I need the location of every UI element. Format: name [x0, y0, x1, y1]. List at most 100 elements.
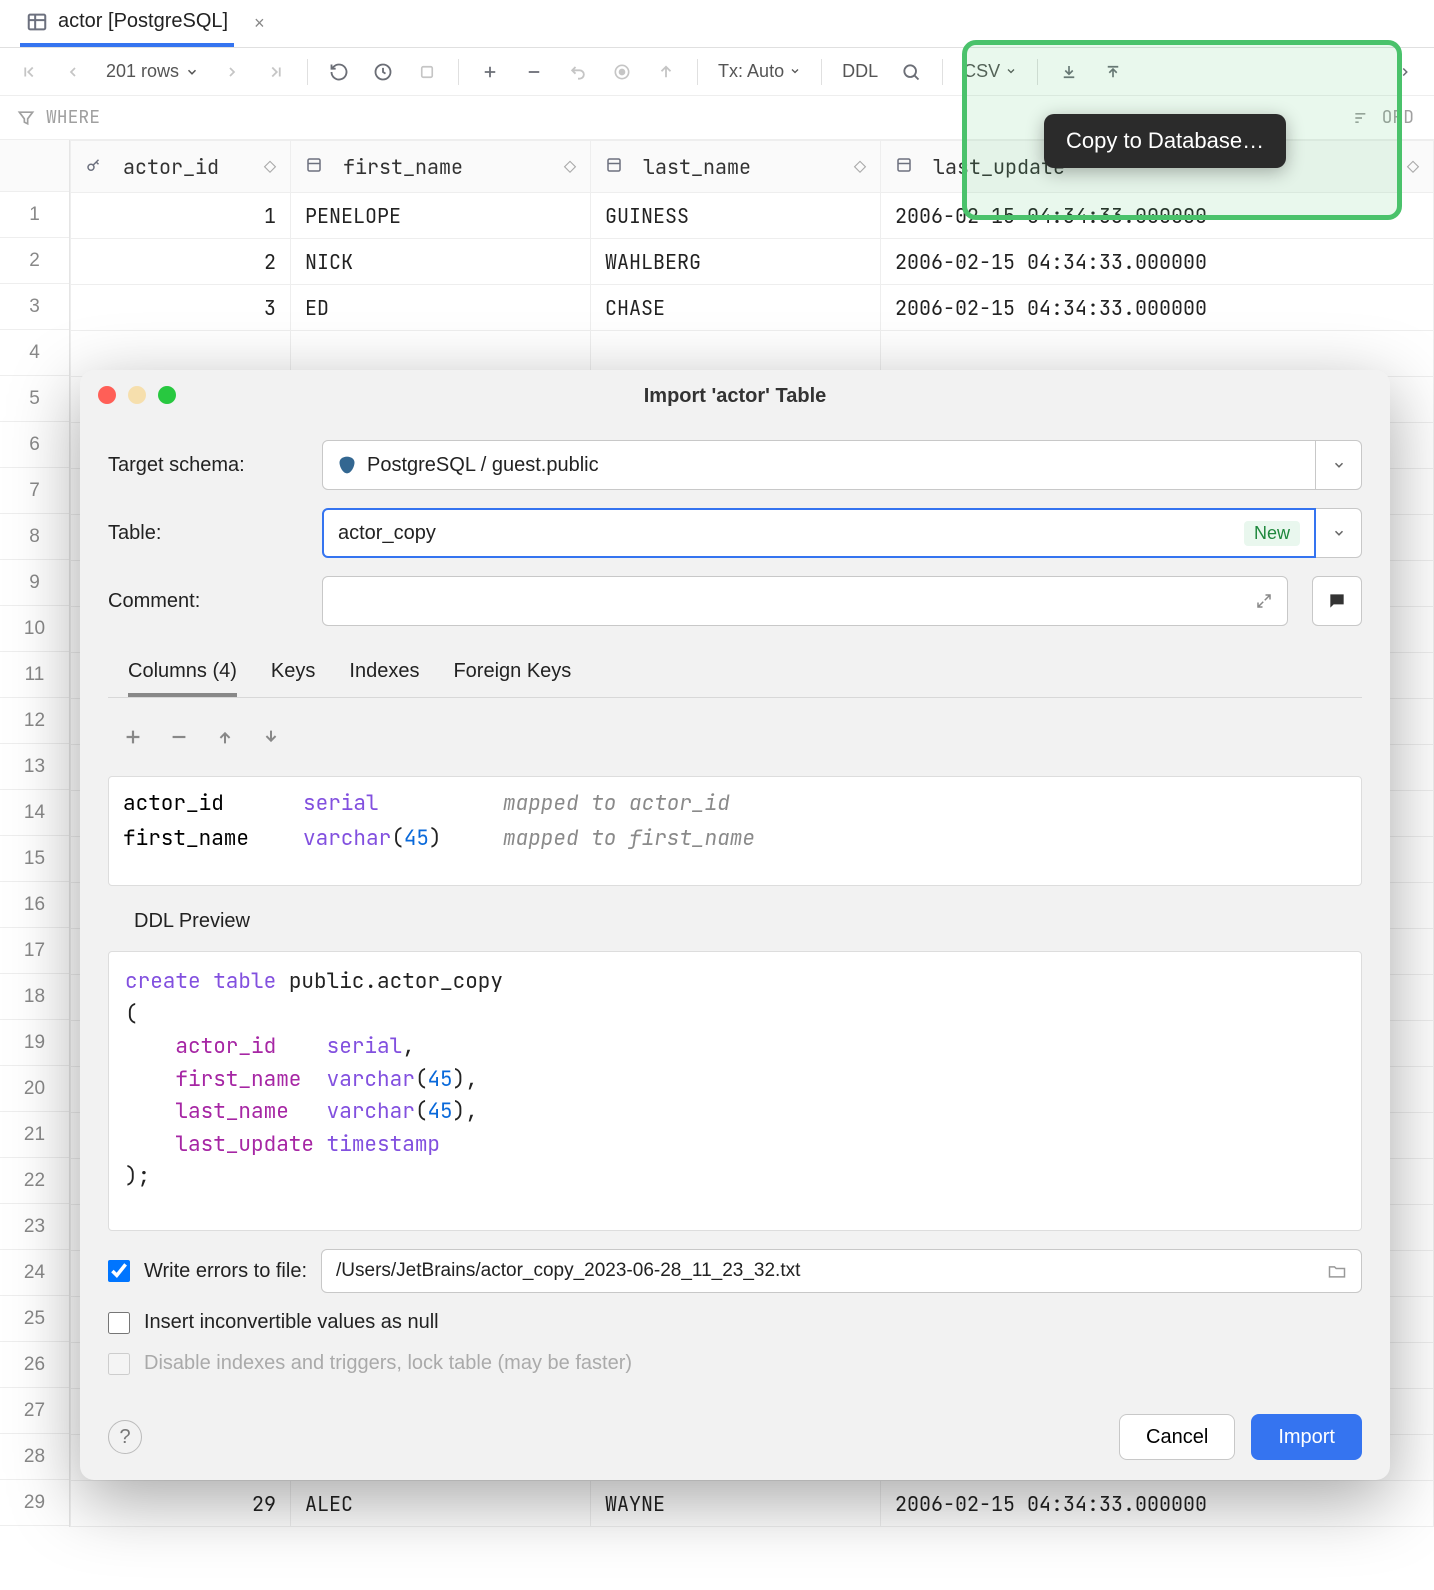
download-icon[interactable]: [1052, 55, 1086, 89]
row-number[interactable]: 6: [0, 422, 69, 468]
column-mapping[interactable]: actor_idserialmapped to actor_idfirst_na…: [108, 776, 1362, 886]
row-number[interactable]: 9: [0, 560, 69, 606]
first-page-icon[interactable]: [12, 55, 46, 89]
tab-actor[interactable]: actor [PostgreSQL]: [20, 0, 234, 47]
copy-to-database-tooltip: Copy to Database…: [1044, 114, 1286, 168]
editor-tabbar: actor [PostgreSQL] ×: [0, 0, 1434, 48]
chevron-down-icon[interactable]: [1316, 440, 1362, 490]
chevron-down-icon[interactable]: [1316, 508, 1362, 558]
row-number[interactable]: 24: [0, 1250, 69, 1296]
remove-row-icon[interactable]: [517, 55, 551, 89]
tab-indexes[interactable]: Indexes: [349, 650, 419, 697]
insert-null-label: Insert inconvertible values as null: [144, 1311, 439, 1334]
folder-icon[interactable]: [1327, 1261, 1347, 1281]
sort-icon: [1352, 108, 1372, 128]
csv-format[interactable]: CSV: [957, 61, 1023, 82]
row-number[interactable]: 13: [0, 744, 69, 790]
row-number[interactable]: 4: [0, 330, 69, 376]
row-number[interactable]: 19: [0, 1020, 69, 1066]
next-page-icon[interactable]: [215, 55, 249, 89]
remove-icon[interactable]: [168, 726, 190, 748]
row-number[interactable]: 20: [0, 1066, 69, 1112]
table-label: Table:: [108, 522, 308, 545]
stop-icon[interactable]: [410, 55, 444, 89]
row-number[interactable]: 1: [0, 192, 69, 238]
prev-page-icon[interactable]: [56, 55, 90, 89]
row-number[interactable]: 28: [0, 1434, 69, 1480]
tab-foreign-keys[interactable]: Foreign Keys: [453, 650, 571, 697]
zoom-window-icon[interactable]: [158, 386, 176, 404]
row-number[interactable]: 26: [0, 1342, 69, 1388]
add-icon[interactable]: [122, 726, 144, 748]
move-down-icon[interactable]: [260, 726, 282, 748]
table-row[interactable]: 2NICKWAHLBERG2006-02-15 04:34:33.000000: [71, 239, 1434, 285]
tab-title: actor [PostgreSQL]: [58, 10, 228, 33]
target-schema-label: Target schema:: [108, 454, 308, 477]
table-row[interactable]: 1PENELOPEGUINESS2006-02-15 04:34:33.0000…: [71, 193, 1434, 239]
error-file-path-input[interactable]: /Users/JetBrains/actor_copy_2023-06-28_1…: [321, 1249, 1362, 1293]
row-number[interactable]: 11: [0, 652, 69, 698]
row-number[interactable]: 5: [0, 376, 69, 422]
dialog-tabs: Columns (4) Keys Indexes Foreign Keys: [108, 650, 1362, 698]
row-number[interactable]: 12: [0, 698, 69, 744]
row-number[interactable]: 23: [0, 1204, 69, 1250]
postgres-icon: [337, 455, 357, 475]
submit-icon[interactable]: [649, 55, 683, 89]
close-icon[interactable]: ×: [246, 13, 273, 34]
target-schema-field[interactable]: PostgreSQL / guest.public: [322, 440, 1316, 490]
row-count[interactable]: 201 rows: [100, 61, 205, 82]
ddl-button[interactable]: DDL: [836, 61, 884, 82]
add-row-icon[interactable]: [473, 55, 507, 89]
history-icon[interactable]: [366, 55, 400, 89]
insert-null-checkbox[interactable]: [108, 1312, 130, 1334]
col-last-name[interactable]: last_name◇: [591, 141, 881, 193]
tab-columns[interactable]: Columns (4): [128, 650, 237, 697]
ddl-preview[interactable]: create table public.actor_copy( actor_id…: [108, 951, 1362, 1231]
row-number[interactable]: 18: [0, 974, 69, 1020]
expand-icon[interactable]: [1255, 592, 1273, 610]
row-number[interactable]: 8: [0, 514, 69, 560]
close-window-icon[interactable]: [98, 386, 116, 404]
tx-mode[interactable]: Tx: Auto: [712, 61, 807, 82]
commit-preview-icon[interactable]: [605, 55, 639, 89]
search-icon[interactable]: [894, 55, 928, 89]
row-number[interactable]: 15: [0, 836, 69, 882]
row-number[interactable]: 7: [0, 468, 69, 514]
help-icon[interactable]: ?: [108, 1420, 142, 1454]
row-number[interactable]: 29: [0, 1480, 69, 1526]
tab-keys[interactable]: Keys: [271, 650, 315, 697]
comment-input[interactable]: [322, 576, 1288, 626]
cancel-button[interactable]: Cancel: [1119, 1414, 1235, 1460]
import-button[interactable]: Import: [1251, 1414, 1362, 1460]
upload-icon[interactable]: [1096, 55, 1130, 89]
window-controls[interactable]: [98, 386, 176, 404]
row-number[interactable]: 16: [0, 882, 69, 928]
next-toolbar-icon[interactable]: [1388, 55, 1422, 89]
table-name-input[interactable]: actor_copy New: [322, 508, 1316, 558]
row-number[interactable]: 10: [0, 606, 69, 652]
row-gutter: 1 2 3 4 5 6 7 8 9 10 11 12 13 14 15 16 1…: [0, 140, 70, 1527]
table-row[interactable]: 3EDCHASE2006-02-15 04:34:33.000000: [71, 285, 1434, 331]
row-number[interactable]: 22: [0, 1158, 69, 1204]
row-number[interactable]: 14: [0, 790, 69, 836]
row-number[interactable]: 17: [0, 928, 69, 974]
row-number[interactable]: 25: [0, 1296, 69, 1342]
comment-action-button[interactable]: [1312, 576, 1362, 626]
comment-label: Comment:: [108, 590, 308, 613]
move-up-icon[interactable]: [214, 726, 236, 748]
import-table-dialog: Import 'actor' Table Target schema: Post…: [80, 370, 1390, 1480]
column-icon: [895, 156, 913, 174]
row-number[interactable]: 3: [0, 284, 69, 330]
row-number[interactable]: 2: [0, 238, 69, 284]
last-page-icon[interactable]: [259, 55, 293, 89]
row-number[interactable]: 27: [0, 1388, 69, 1434]
reload-icon[interactable]: [322, 55, 356, 89]
row-number[interactable]: 21: [0, 1112, 69, 1158]
revert-icon[interactable]: [561, 55, 595, 89]
table-row[interactable]: 29ALECWAYNE2006-02-15 04:34:33.000000: [71, 1481, 1434, 1527]
order-filter[interactable]: ORD: [1352, 106, 1434, 129]
column-icon: [305, 156, 323, 174]
col-actor-id[interactable]: actor_id◇: [71, 141, 291, 193]
write-errors-checkbox[interactable]: [108, 1260, 130, 1282]
col-first-name[interactable]: first_name◇: [291, 141, 591, 193]
